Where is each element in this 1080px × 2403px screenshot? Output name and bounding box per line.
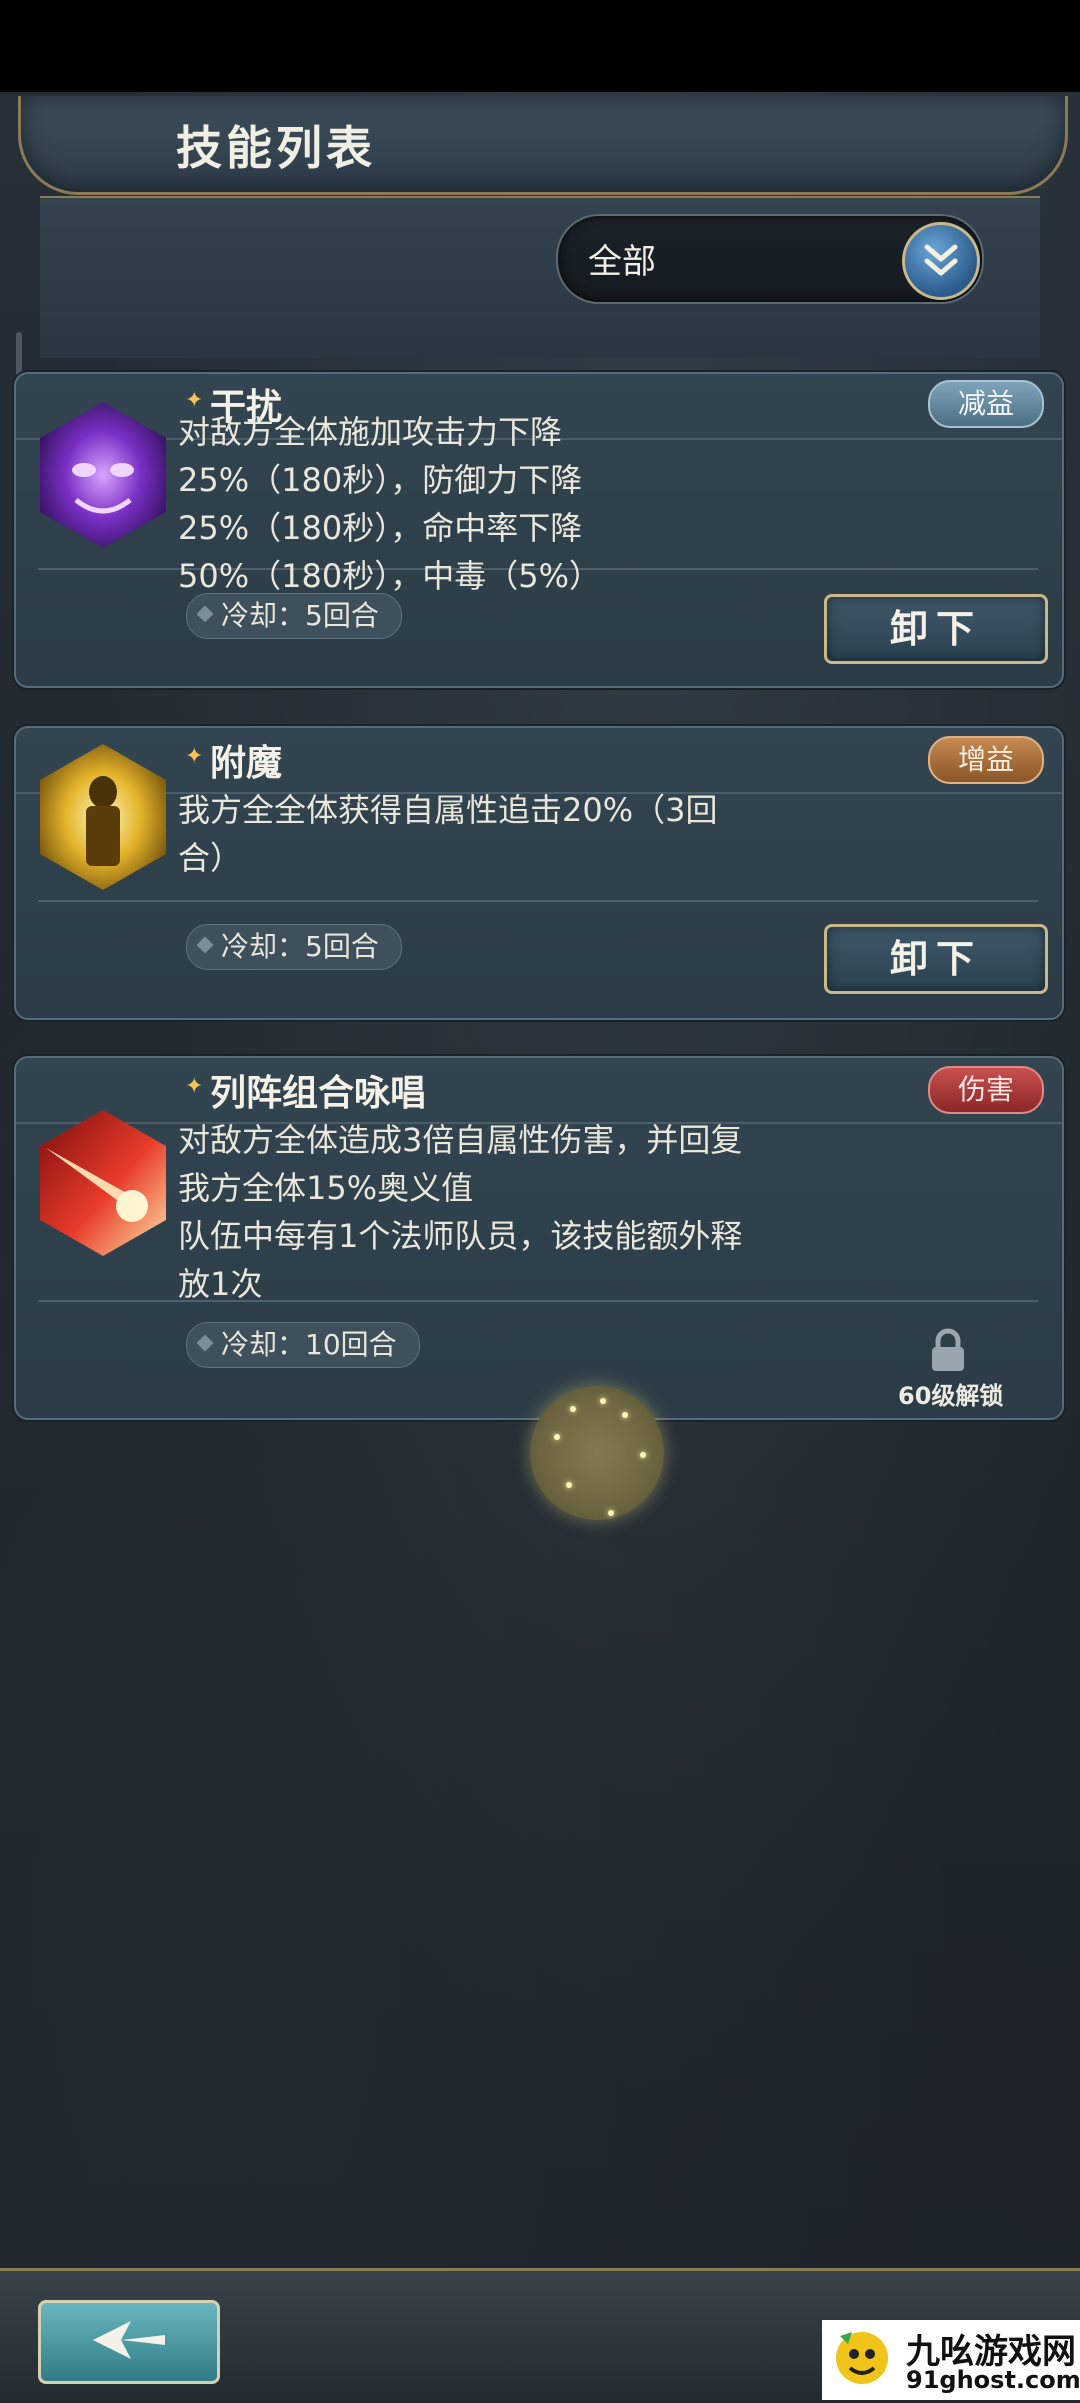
diamond-icon bbox=[196, 936, 214, 954]
desc-line: 我方全全体获得自属性追击20%（3回 bbox=[178, 791, 718, 829]
watermark-url: 91ghost.com bbox=[906, 2366, 1080, 2394]
desc-line: 对敌方全体造成3倍自属性伤害，并回复 bbox=[178, 1121, 743, 1159]
unload-button[interactable]: 卸下 bbox=[824, 924, 1048, 994]
cooldown-badge: 冷却：5回合 bbox=[186, 593, 402, 639]
desc-line: 25%（180秒），防御力下降 bbox=[178, 461, 583, 499]
status-bar bbox=[0, 0, 1080, 92]
skill-description: 对敌方全体造成3倍自属性伤害，并回复 我方全体15%奥义值 队伍中每有1个法师队… bbox=[178, 1116, 818, 1308]
cooldown-badge: 冷却：5回合 bbox=[186, 924, 402, 970]
desc-line: 放1次 bbox=[178, 1265, 263, 1303]
floating-orb[interactable] bbox=[530, 1386, 664, 1520]
diamond-icon bbox=[196, 1334, 214, 1352]
diamond-icon: ✦ bbox=[185, 744, 204, 769]
card-divider bbox=[38, 900, 1038, 902]
desc-line: 队伍中每有1个法师队员，该技能额外释 bbox=[178, 1217, 743, 1255]
watermark: 九吆游戏网 91ghost.com bbox=[822, 2320, 1080, 2400]
diamond-icon: ✦ bbox=[185, 1074, 204, 1099]
lock-icon bbox=[928, 1328, 968, 1372]
diamond-icon bbox=[196, 605, 214, 623]
skill-tag-buff: 增益 bbox=[928, 736, 1044, 784]
skill-name: 附魔 bbox=[210, 743, 283, 784]
skill-icon-formation-chant bbox=[36, 1108, 170, 1258]
filter-label: 全部 bbox=[588, 242, 656, 282]
skill-icon-enchant bbox=[36, 742, 170, 892]
desc-line: 合） bbox=[178, 839, 243, 877]
skill-description: 对敌方全体施加攻击力下降 25%（180秒），防御力下降 25%（180秒），命… bbox=[178, 408, 818, 600]
cooldown-text: 冷却：10回合 bbox=[221, 1328, 397, 1361]
desc-line: 我方全体15%奥义值 bbox=[178, 1169, 474, 1207]
cooldown-text: 冷却：5回合 bbox=[221, 930, 379, 963]
skill-description: 我方全全体获得自属性追击20%（3回 合） bbox=[178, 786, 818, 882]
back-button[interactable] bbox=[38, 2300, 220, 2384]
skill-tag-damage: 伤害 bbox=[928, 1066, 1044, 1114]
desc-line: 对敌方全体施加攻击力下降 bbox=[178, 413, 563, 451]
cooldown-badge: 冷却：10回合 bbox=[186, 1322, 420, 1368]
watermark-logo-icon bbox=[836, 2332, 888, 2384]
back-arrow-icon bbox=[93, 2321, 165, 2359]
skill-name: 列阵组合咏唱 bbox=[210, 1073, 427, 1114]
skill-icon-interference bbox=[36, 400, 170, 550]
desc-line: 25%（180秒），命中率下降 bbox=[178, 509, 583, 547]
unload-button[interactable]: 卸下 bbox=[824, 594, 1048, 664]
chevron-double-down-icon[interactable] bbox=[902, 222, 980, 300]
cooldown-text: 冷却：5回合 bbox=[221, 599, 379, 632]
unlock-level-text: 60级解锁 bbox=[898, 1382, 1004, 1410]
skill-tag-debuff: 减益 bbox=[928, 380, 1044, 428]
page-title: 技能列表 bbox=[176, 121, 376, 175]
